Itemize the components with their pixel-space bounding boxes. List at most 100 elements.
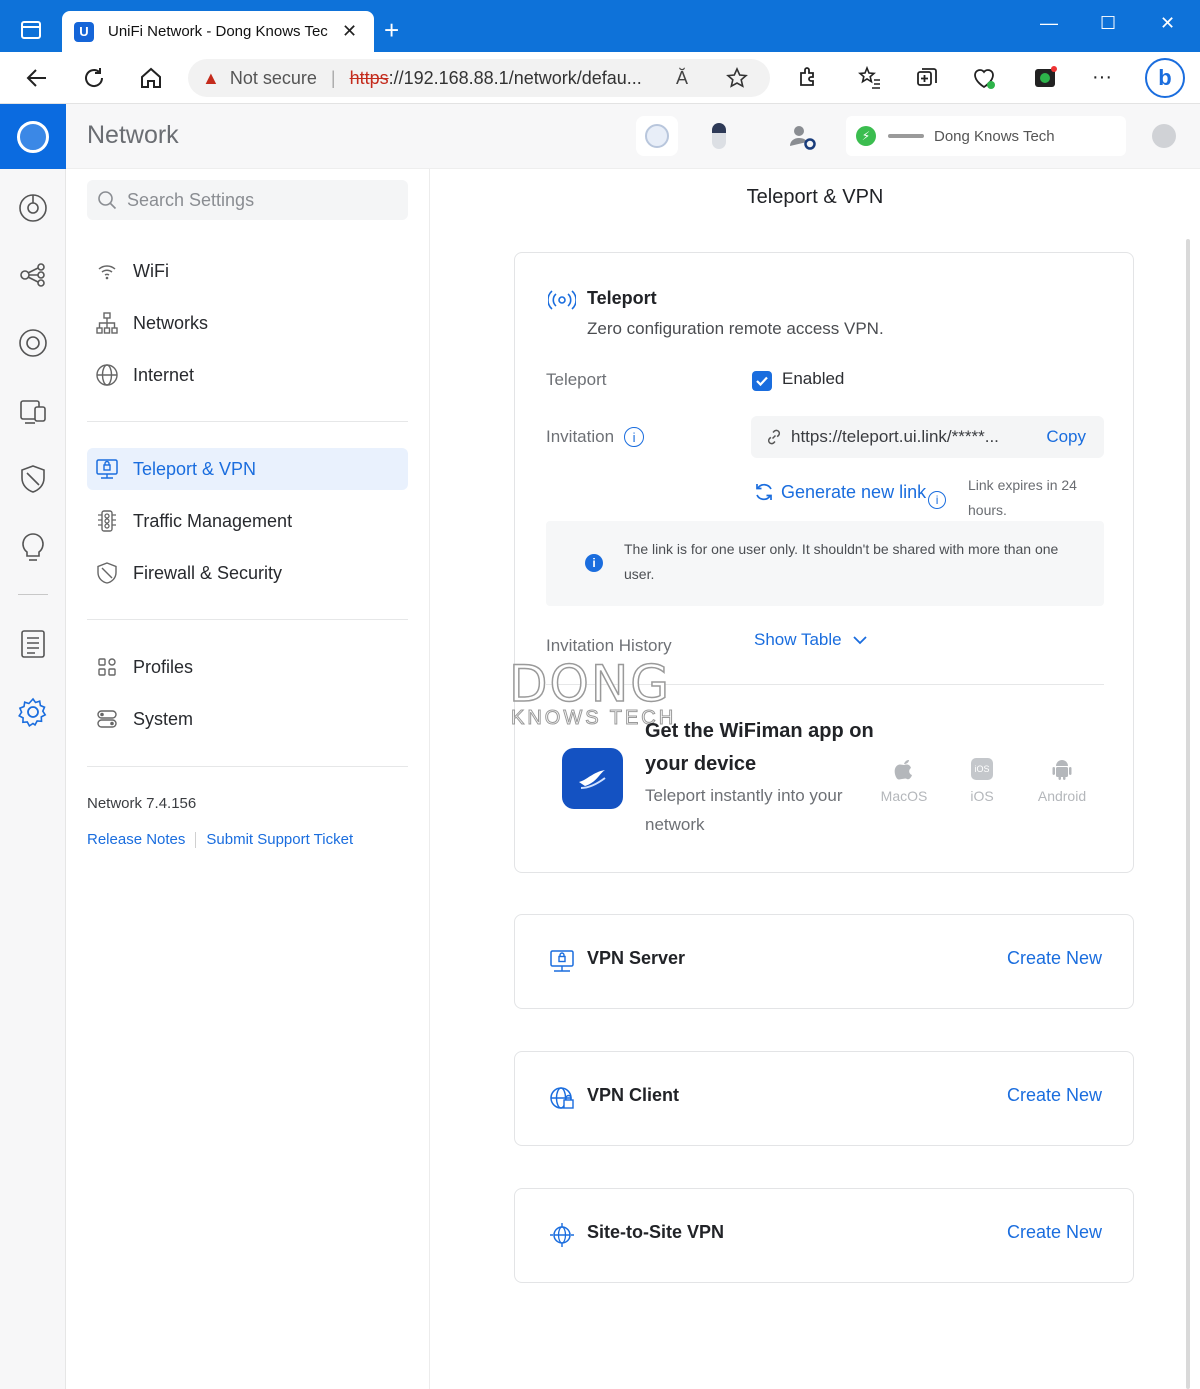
user-avatar[interactable] (1152, 124, 1176, 148)
favorites-icon[interactable] (857, 65, 883, 91)
extensions-icon[interactable] (795, 65, 821, 91)
sidebar-divider (87, 766, 408, 767)
sidebar-item-networks[interactable]: Networks (87, 302, 408, 344)
page-title: Teleport & VPN (746, 186, 884, 208)
collections-icon[interactable] (914, 65, 940, 91)
chevron-down-icon (852, 636, 867, 645)
maximize-button[interactable]: ☐ (1100, 13, 1116, 34)
copy-button[interactable]: Copy (1046, 427, 1086, 447)
main-content: Teleport & VPN Teleport Zero configurati… (430, 169, 1200, 1389)
vpn-server-card: VPN Server Create New (514, 914, 1134, 1009)
vpn-client-create-new-button[interactable]: Create New (1007, 1085, 1102, 1106)
show-table-toggle[interactable]: Show Table (754, 630, 868, 650)
minimize-button[interactable]: — (1040, 13, 1058, 34)
tab-actions-icon[interactable] (21, 21, 41, 39)
screen-recorder-icon[interactable] (1032, 65, 1058, 91)
version-label: Network 7.4.156 (87, 795, 197, 812)
url-scheme: https (349, 67, 389, 88)
sidebar-item-teleport-vpn[interactable]: Teleport & VPN (87, 448, 408, 490)
sidebar-item-label: Firewall & Security (133, 562, 283, 583)
sidebar-item-label: Internet (133, 364, 195, 385)
globe-icon (95, 363, 119, 387)
sidebar-item-profiles[interactable]: Profiles (87, 646, 408, 688)
sidebar-item-label: System (133, 708, 194, 729)
read-aloud-icon[interactable]: Ă (676, 68, 688, 89)
platform-macos[interactable]: MacOS (869, 756, 939, 804)
info-icon[interactable]: i (624, 427, 645, 447)
back-arrow-icon[interactable] (24, 65, 50, 91)
new-tab-button[interactable]: + (384, 17, 399, 43)
close-window-button[interactable]: ✕ (1160, 13, 1175, 34)
release-notes-link[interactable]: Release Notes (87, 831, 185, 848)
teleport-title: Teleport (587, 288, 657, 308)
invitation-link-text: https://teleport.ui.link/*****... (791, 427, 999, 446)
tab-close-icon[interactable]: ✕ (342, 21, 357, 42)
vpn-client-globe-icon (550, 1087, 574, 1109)
settings-gear-icon[interactable] (17, 696, 49, 728)
bing-chat-icon[interactable]: b (1145, 58, 1185, 98)
link-expiry-text: Link expires in 24 hours. (968, 477, 1077, 518)
home-icon[interactable] (138, 65, 164, 91)
link-separator (195, 831, 197, 848)
site-selector[interactable]: ⚡ Dong Knows Tech (846, 116, 1126, 156)
sidebar-footer-links: Release Notes Submit Support Ticket (87, 831, 353, 848)
platform-ios[interactable]: iOS iOS (947, 756, 1017, 804)
browser-tab[interactable]: U UniFi Network - Dong Knows Tec ✕ (62, 11, 374, 52)
favorite-star-icon[interactable] (726, 67, 748, 89)
single-user-notice: i The link is for one user only. It shou… (546, 521, 1104, 606)
generate-info-icon[interactable]: i (928, 491, 947, 509)
browser-essentials-icon[interactable] (971, 65, 997, 91)
generate-new-link-button[interactable]: Generate new link i (753, 475, 947, 509)
tab-title: UniFi Network - Dong Knows Tec (108, 23, 328, 40)
sidebar-item-traffic-management[interactable]: Traffic Management (87, 500, 408, 542)
submit-support-ticket-link[interactable]: Submit Support Ticket (206, 831, 353, 848)
unifi-logo[interactable] (0, 104, 66, 169)
sidebar-item-label: Networks (133, 312, 209, 333)
system-toggle-icon (95, 707, 119, 731)
android-icon (1027, 756, 1097, 782)
dashboard-icon[interactable] (17, 192, 49, 224)
invitation-link-field[interactable]: https://teleport.ui.link/*****... Copy (751, 416, 1104, 458)
teleport-signal-icon (548, 290, 576, 310)
sidebar-item-system[interactable]: System (87, 698, 408, 740)
sidebar-item-internet[interactable]: Internet (87, 354, 408, 396)
topology-icon[interactable] (17, 259, 49, 291)
site-name: Dong Knows Tech (934, 127, 1055, 145)
security-shield-icon[interactable] (17, 463, 49, 495)
sidebar-item-firewall-security[interactable]: Firewall & Security (87, 552, 408, 594)
admin-settings-icon[interactable] (788, 122, 818, 152)
platform-android[interactable]: Android (1027, 756, 1097, 804)
site-to-site-vpn-create-new-button[interactable]: Create New (1007, 1222, 1102, 1243)
refresh-icon[interactable] (81, 65, 107, 91)
more-menu-button[interactable]: ··· (1092, 66, 1112, 89)
sidebar-item-label: Teleport & VPN (133, 458, 257, 479)
address-bar[interactable]: ▲ Not secure | https://192.168.88.1/netw… (188, 59, 770, 97)
camera-device-button[interactable] (698, 116, 740, 156)
logs-list-icon[interactable] (17, 628, 49, 660)
sidebar-item-wifi[interactable]: WiFi (87, 250, 408, 292)
profiles-grid-icon (95, 655, 119, 679)
vpn-server-create-new-button[interactable]: Create New (1007, 948, 1102, 969)
unifi-devices-icon[interactable] (17, 327, 49, 359)
teleport-subtitle: Zero configuration remote access VPN. (587, 319, 884, 338)
search-placeholder: Search Settings (127, 189, 255, 210)
gateway-device-button[interactable] (636, 116, 678, 156)
invitation-label-text: Invitation (546, 427, 615, 446)
wifi-icon (95, 259, 119, 283)
camera-icon (712, 123, 726, 149)
teleport-enabled-checkbox[interactable] (752, 371, 772, 391)
generate-new-link-label: Generate new link (781, 481, 927, 502)
vpn-client-card: VPN Client Create New (514, 1051, 1134, 1146)
wifiman-app-icon[interactable] (562, 748, 623, 809)
sidebar-item-label: WiFi (133, 260, 169, 281)
online-status-icon: ⚡ (856, 126, 876, 146)
insights-bulb-icon[interactable] (17, 531, 49, 563)
platform-label: iOS (970, 788, 994, 804)
search-settings-field[interactable]: Search Settings (87, 180, 408, 220)
not-secure-label[interactable]: Not secure (230, 68, 317, 89)
traffic-light-icon (95, 509, 119, 533)
url-text: ://192.168.88.1/network/defau... (388, 67, 642, 88)
content-scrollbar[interactable] (1186, 239, 1190, 1389)
client-devices-icon[interactable] (17, 395, 49, 427)
info-filled-icon: i (585, 554, 603, 572)
